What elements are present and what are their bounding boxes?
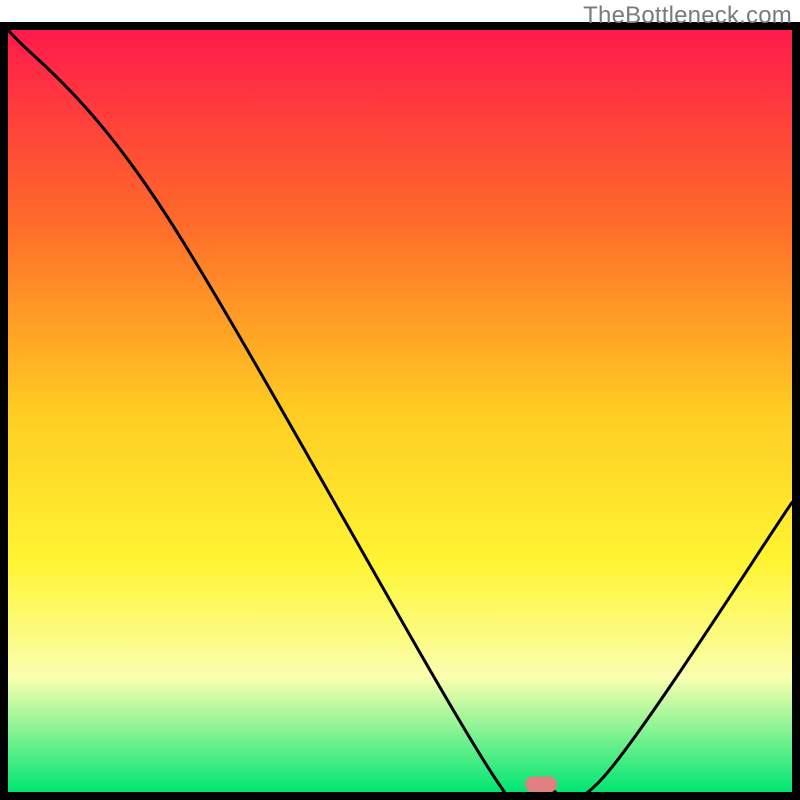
- bottleneck-chart: [0, 0, 800, 800]
- chart-container: TheBottleneck.com: [0, 0, 800, 800]
- watermark-text: TheBottleneck.com: [583, 2, 792, 30]
- highlight-marker: [525, 776, 557, 792]
